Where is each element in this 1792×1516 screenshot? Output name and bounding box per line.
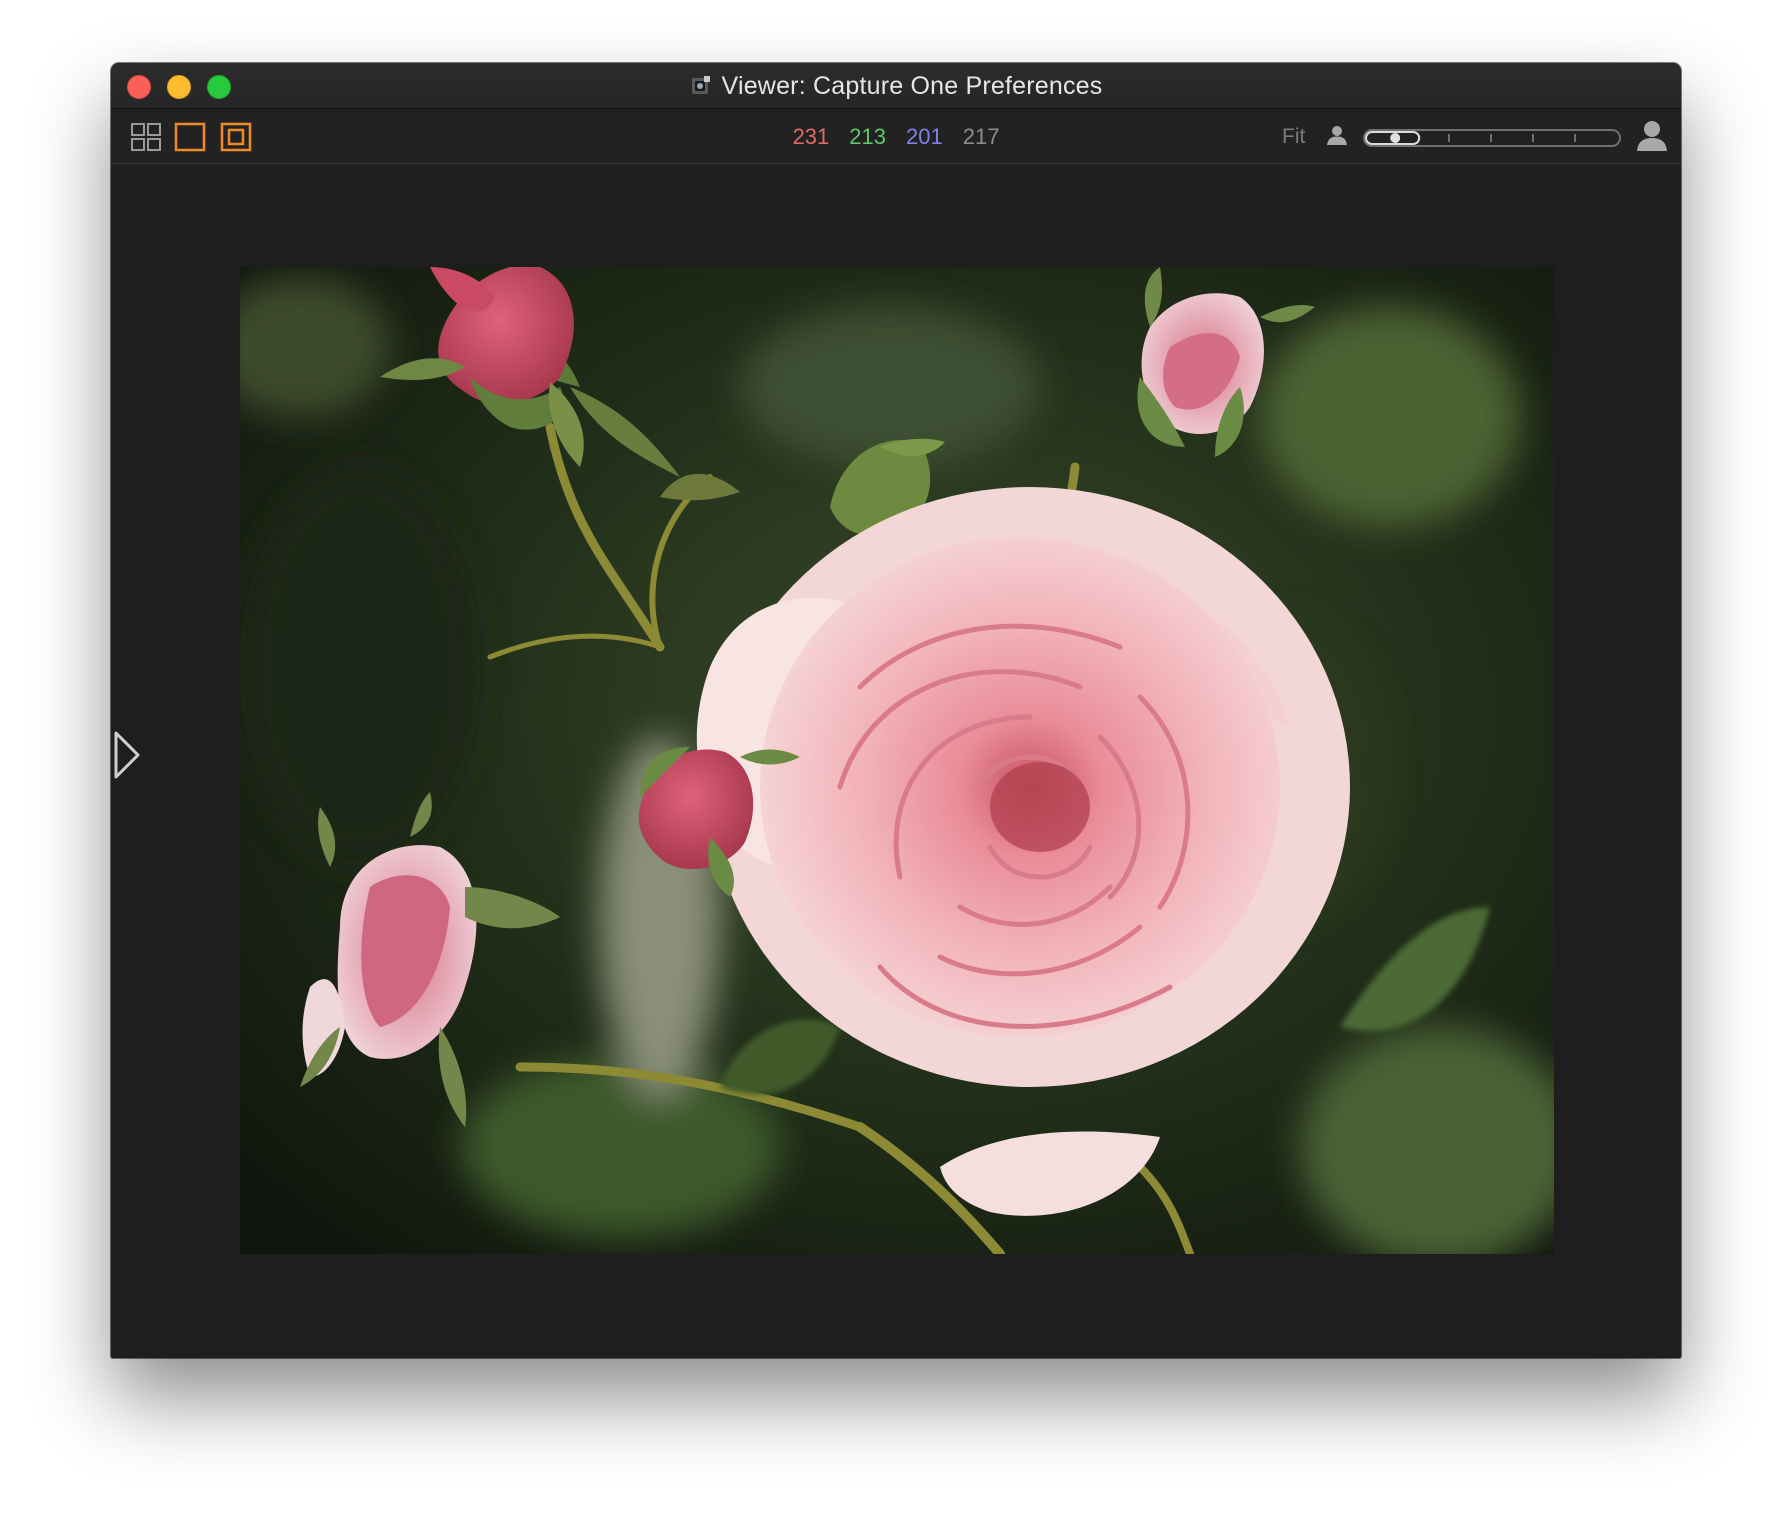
- person-small-icon[interactable]: [1325, 123, 1349, 147]
- red-value: 231: [792, 124, 830, 149]
- image-viewer[interactable]: [111, 165, 1681, 1358]
- single-view-icon[interactable]: [173, 121, 207, 153]
- person-large-icon[interactable]: [1635, 118, 1669, 152]
- viewer-toolbar: 231 213 201 217 Fit: [111, 110, 1681, 164]
- proof-margin-icon[interactable]: [219, 121, 253, 153]
- sidebar-toggle-arrow-icon[interactable]: [112, 730, 142, 780]
- window-title: Viewer: Capture One Preferences: [721, 71, 1103, 100]
- capture-one-app-icon: [690, 75, 712, 97]
- fit-button[interactable]: Fit: [1282, 125, 1305, 149]
- blue-value: 201: [906, 124, 943, 149]
- zoom-slider-knob[interactable]: [1390, 133, 1401, 143]
- viewer-window: Viewer: Capture One Preferences 231 213 …: [111, 63, 1681, 1358]
- luminance-value: 217: [962, 124, 1000, 149]
- grid-view-icon[interactable]: [129, 121, 163, 153]
- zoom-slider[interactable]: [1363, 128, 1621, 148]
- title-bar[interactable]: Viewer: Capture One Preferences: [111, 63, 1681, 109]
- rose-photo: [240, 267, 1554, 1254]
- green-value: 213: [849, 124, 886, 149]
